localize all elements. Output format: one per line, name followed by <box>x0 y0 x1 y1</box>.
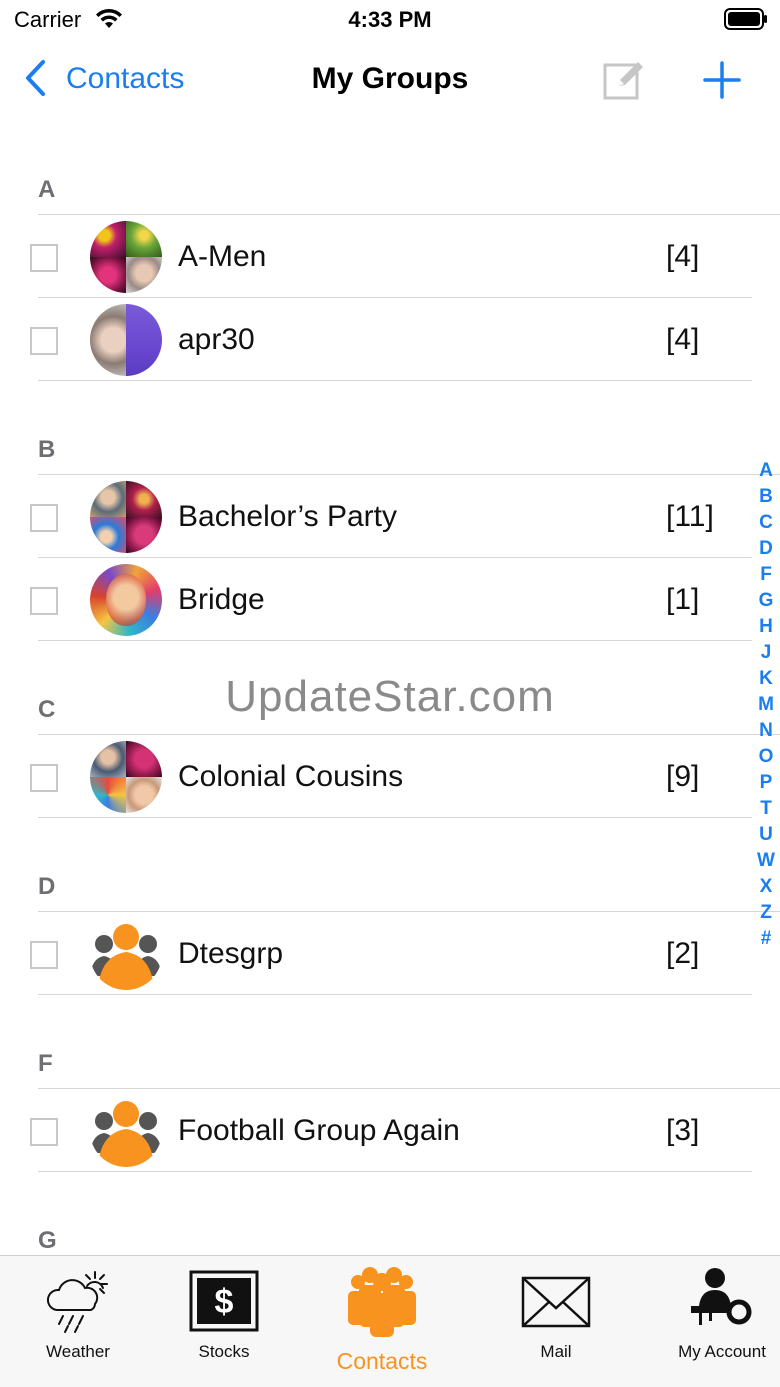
group-avatar-collage <box>90 741 162 813</box>
compose-icon[interactable] <box>602 58 646 102</box>
tab-label: My Account <box>678 1342 766 1361</box>
row-divider <box>38 380 752 381</box>
index-letter[interactable]: D <box>752 536 780 562</box>
navigation-bar: Contacts My Groups <box>0 40 780 120</box>
plus-icon[interactable] <box>702 60 742 100</box>
battery-icon <box>724 8 767 30</box>
select-checkbox[interactable] <box>30 587 58 615</box>
default-group-avatar-icon <box>90 1101 162 1167</box>
index-letter[interactable]: K <box>752 666 780 692</box>
select-checkbox[interactable] <box>30 244 58 272</box>
index-letter[interactable]: Z <box>752 900 780 926</box>
select-checkbox[interactable] <box>30 504 58 532</box>
row-divider <box>38 817 752 818</box>
tab-bar: Weather $ Stocks Contacts Mail My Accoun… <box>0 1255 780 1387</box>
member-count: [9] <box>666 760 700 793</box>
member-count: [3] <box>666 1114 700 1147</box>
index-letter[interactable]: O <box>752 744 780 770</box>
contacts-group-icon <box>348 1267 416 1337</box>
section-header-g: G <box>38 1227 57 1254</box>
group-avatar-collage <box>90 221 162 293</box>
row-divider <box>38 557 752 558</box>
group-name: Colonial Cousins <box>178 760 404 793</box>
tab-weather[interactable]: Weather <box>0 1256 156 1387</box>
section-divider <box>38 474 780 475</box>
index-letter[interactable]: F <box>752 562 780 588</box>
page-title: My Groups <box>311 62 469 95</box>
section-divider <box>38 911 780 912</box>
group-name: Football Group Again <box>178 1114 460 1147</box>
tab-my-account[interactable]: My Account <box>644 1256 780 1387</box>
row-divider <box>38 640 752 641</box>
group-row-bachelors-party[interactable]: Bachelor’s Party [11] <box>0 476 760 558</box>
index-letter[interactable]: G <box>752 588 780 614</box>
row-divider <box>38 297 752 298</box>
index-letter[interactable]: N <box>752 718 780 744</box>
row-divider <box>38 994 752 995</box>
svg-text:$: $ <box>215 1283 234 1321</box>
weather-icon <box>47 1271 108 1333</box>
tab-label: Stocks <box>198 1342 250 1361</box>
section-index-bar[interactable]: A B C D F G H J K M N O P T U W X Z # <box>752 458 780 952</box>
index-letter[interactable]: U <box>752 822 780 848</box>
index-letter[interactable]: T <box>752 796 780 822</box>
member-count: [11] <box>666 500 714 533</box>
index-letter[interactable]: M <box>752 692 780 718</box>
default-group-avatar-icon <box>90 924 162 990</box>
tab-stocks[interactable]: $ Stocks <box>146 1256 302 1387</box>
tab-label: Weather <box>46 1342 110 1361</box>
group-name: A-Men <box>178 240 267 273</box>
member-count: [2] <box>666 937 700 970</box>
group-row-colonial-cousins[interactable]: Colonial Cousins [9] <box>0 736 760 818</box>
member-count: [1] <box>666 583 700 616</box>
index-letter[interactable]: X <box>752 874 780 900</box>
account-key-icon <box>691 1268 752 1325</box>
section-header-f: F <box>38 1050 53 1077</box>
index-letter[interactable]: J <box>752 640 780 666</box>
section-header-d: D <box>38 873 56 900</box>
member-count: [4] <box>666 240 700 273</box>
index-letter[interactable]: A <box>752 458 780 484</box>
section-divider <box>38 734 780 735</box>
group-name: apr30 <box>178 323 255 356</box>
group-name: Dtesgrp <box>178 937 284 970</box>
mail-envelope-icon <box>521 1276 591 1328</box>
select-checkbox[interactable] <box>30 327 58 355</box>
tab-mail[interactable]: Mail <box>478 1256 634 1387</box>
index-letter[interactable]: # <box>752 926 780 952</box>
tab-contacts[interactable]: Contacts <box>304 1256 460 1387</box>
group-row-bridge[interactable]: Bridge [1] <box>0 559 760 641</box>
group-row-dtesgrp[interactable]: Dtesgrp [2] <box>0 913 760 995</box>
group-avatar-collage <box>90 481 162 553</box>
group-row-apr30[interactable]: apr30 [4] <box>0 299 760 381</box>
group-name: Bachelor’s Party <box>178 500 397 533</box>
index-letter[interactable]: C <box>752 510 780 536</box>
stocks-dollar-icon: $ <box>189 1270 259 1332</box>
index-letter[interactable]: B <box>752 484 780 510</box>
index-letter[interactable]: P <box>752 770 780 796</box>
select-checkbox[interactable] <box>30 764 58 792</box>
section-header-b: B <box>38 436 56 463</box>
section-header-a: A <box>38 176 56 203</box>
section-divider <box>38 214 780 215</box>
group-row-a-men[interactable]: A-Men [4] <box>0 216 760 298</box>
select-checkbox[interactable] <box>30 1118 58 1146</box>
group-name: Bridge <box>178 583 265 616</box>
select-checkbox[interactable] <box>30 941 58 969</box>
index-letter[interactable]: H <box>752 614 780 640</box>
index-letter[interactable]: W <box>752 848 780 874</box>
row-divider <box>38 1171 752 1172</box>
group-avatar-collage <box>90 304 162 376</box>
tab-label: Mail <box>540 1342 572 1361</box>
section-divider <box>38 1088 780 1089</box>
status-bar: Carrier 4:33 PM <box>0 0 780 40</box>
group-row-football-group-again[interactable]: Football Group Again [3] <box>0 1090 760 1172</box>
tab-label: Contacts <box>336 1348 428 1374</box>
watermark: UpdateStar.com <box>225 672 555 721</box>
group-avatar <box>90 564 162 636</box>
member-count: [4] <box>666 323 700 356</box>
status-time: 4:33 PM <box>348 7 432 32</box>
